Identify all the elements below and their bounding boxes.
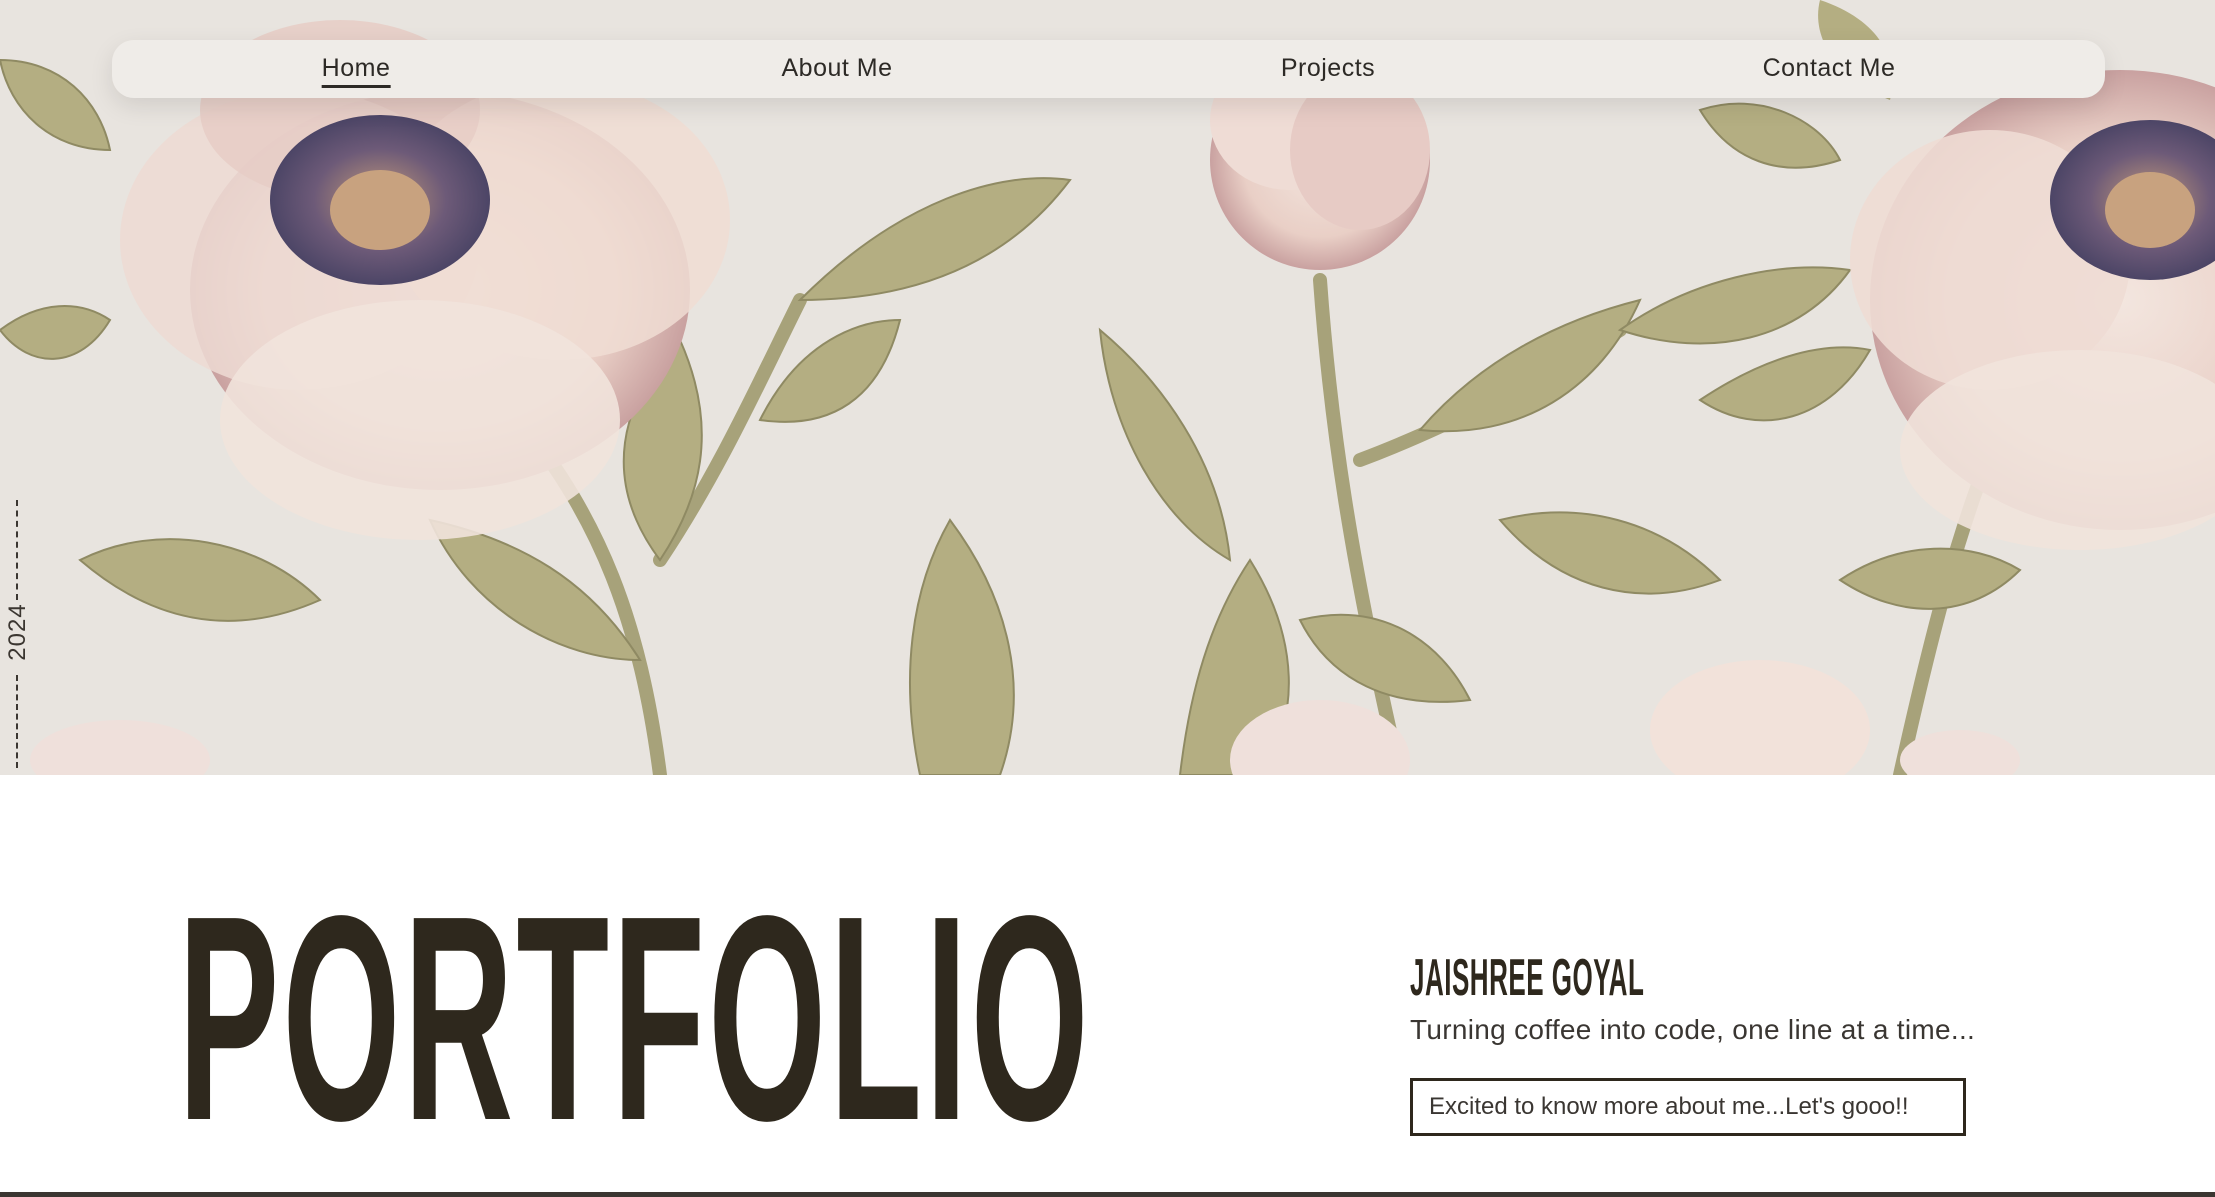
year-label: 2024 <box>4 603 31 661</box>
portfolio-heading: PORTFOLIO <box>178 855 1092 1181</box>
year-dashed-line-top <box>16 500 18 600</box>
bottom-divider <box>0 1192 2215 1197</box>
top-navigation-bar: Home About Me Projects Contact Me <box>112 40 2105 98</box>
tagline-text: Turning coffee into code, one line at a … <box>1410 1014 1976 1045</box>
year-marker: 2024 <box>2 500 31 768</box>
know-more-button[interactable]: Excited to know more about me...Let's go… <box>1410 1078 1966 1136</box>
nav-about-me-link[interactable]: About Me <box>781 54 892 83</box>
hero-banner: Home About Me Projects Contact Me 2024 <box>0 0 2215 775</box>
year-dashed-line-bottom <box>16 675 18 768</box>
nav-projects-link[interactable]: Projects <box>1281 54 1375 83</box>
floral-background-image <box>0 0 2215 775</box>
nav-contact-me-link[interactable]: Contact Me <box>1763 54 1896 83</box>
nav-home-link[interactable]: Home <box>321 54 391 88</box>
author-name: JAISHREE GOYAL <box>1410 949 1645 1007</box>
